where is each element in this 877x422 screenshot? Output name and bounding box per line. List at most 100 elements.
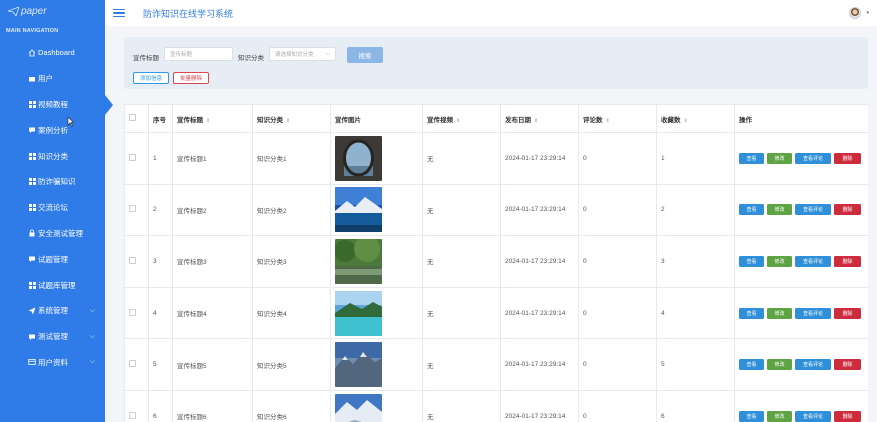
chevron-down-icon[interactable]: ⌵ <box>90 307 95 315</box>
sort-icon[interactable]: ⇕ <box>286 118 290 124</box>
title-search-input[interactable]: 宣传标题 <box>164 47 233 61</box>
row-checkbox[interactable] <box>124 183 149 237</box>
lock-icon <box>28 229 36 237</box>
cell-image <box>330 338 423 391</box>
row-checkbox[interactable] <box>124 132 149 185</box>
sidebar-item-label: 用户资料 <box>38 357 68 367</box>
sidebar-item[interactable]: Dashboard <box>0 40 105 66</box>
column-header[interactable]: 发布日期 ⇕ <box>500 104 579 133</box>
sidebar-item-label: 视频教程 <box>38 99 68 109</box>
cell-no: 6 <box>148 389 173 422</box>
row-checkbox[interactable] <box>124 338 149 391</box>
edit-button[interactable]: 修改 <box>767 410 792 422</box>
view-button[interactable]: 查看 <box>739 307 764 319</box>
view-comments-button[interactable]: 查看评论 <box>795 307 831 319</box>
view-comments-button[interactable]: 查看评论 <box>795 204 831 216</box>
sidebar-item[interactable]: 系统管理 ⌵ <box>0 298 105 324</box>
thumbnail-image[interactable] <box>335 187 422 233</box>
sidebar-item[interactable]: 试题库管理 <box>0 272 105 298</box>
thumbnail-image[interactable] <box>335 342 422 388</box>
thumbnail-image[interactable] <box>335 393 422 422</box>
row-checkbox[interactable] <box>124 389 149 422</box>
column-header[interactable]: 宣传标题 ⇕ <box>172 104 253 133</box>
column-header[interactable]: 收藏数 ⇕ <box>656 104 735 133</box>
add-button[interactable]: 添加信息 <box>133 72 169 84</box>
delete-button[interactable]: 删除 <box>834 359 861 371</box>
cell-title: 宣传标题5 <box>172 338 253 391</box>
thumbnail-image[interactable] <box>335 135 422 181</box>
view-comments-button[interactable]: 查看评论 <box>795 410 831 422</box>
edit-button[interactable]: 修改 <box>767 307 792 319</box>
grid-icon <box>28 152 36 160</box>
cell-actions: 查看 修改 查看评论 删除 <box>734 132 868 185</box>
delete-button[interactable]: 删除 <box>834 307 861 319</box>
delete-button[interactable]: 删除 <box>834 410 861 422</box>
cell-video: 无 <box>422 338 501 391</box>
column-header[interactable]: 评论数 ⇕ <box>578 104 657 133</box>
column-header-label: 宣传标题 <box>177 116 203 124</box>
menu-toggle-icon[interactable] <box>113 8 125 18</box>
cell-video: 无 <box>422 235 501 288</box>
row-checkbox[interactable] <box>124 286 149 340</box>
view-button[interactable]: 查看 <box>739 410 764 422</box>
sidebar-item[interactable]: 知识分类 <box>0 143 105 169</box>
sidebar-item[interactable]: 试题管理 <box>0 246 105 272</box>
avatar[interactable] <box>849 7 861 19</box>
edit-button[interactable]: 修改 <box>767 255 792 267</box>
select-all-checkbox[interactable] <box>124 104 149 133</box>
cell-date: 2024-01-17 23:29:14 <box>500 132 579 185</box>
edit-button[interactable]: 修改 <box>767 204 792 216</box>
sidebar-item-label: 防诈骗知识 <box>38 177 76 187</box>
category-select[interactable]: 请选择知识分类 ⌵ <box>269 47 336 61</box>
column-header[interactable]: 宣传视频 ⇕ <box>422 104 501 133</box>
batch-delete-button[interactable]: 批量删除 <box>173 72 209 84</box>
cell-image <box>330 132 423 185</box>
sidebar-item[interactable]: 视频教程 <box>0 92 105 118</box>
view-button[interactable]: 查看 <box>739 359 764 371</box>
sort-icon[interactable]: ⇕ <box>456 118 460 124</box>
edit-button[interactable]: 修改 <box>767 152 792 164</box>
thumbnail-image[interactable] <box>335 290 422 336</box>
sidebar-item[interactable]: 防诈骗知识 <box>0 169 105 195</box>
chevron-down-icon[interactable]: ⌵ <box>90 333 95 341</box>
comment-icon <box>28 255 36 263</box>
grid-icon <box>28 100 36 108</box>
cell-favorites: 1 <box>656 132 735 185</box>
view-button[interactable]: 查看 <box>739 255 764 267</box>
cell-comments: 0 <box>578 235 657 288</box>
cell-title: 宣传标题4 <box>172 286 253 340</box>
sidebar-item[interactable]: 用户资料 ⌵ <box>0 350 105 376</box>
thumbnail-image[interactable] <box>335 238 422 284</box>
row-checkbox[interactable] <box>124 235 149 288</box>
cell-video: 无 <box>422 132 501 185</box>
cell-video: 无 <box>422 389 501 422</box>
view-comments-button[interactable]: 查看评论 <box>795 152 831 164</box>
delete-button[interactable]: 删除 <box>834 152 861 164</box>
sort-icon[interactable]: ⇕ <box>534 118 538 124</box>
caret-down-icon[interactable]: ▾ <box>866 10 869 16</box>
chevron-down-icon[interactable]: ⌵ <box>90 358 95 366</box>
cell-image <box>330 183 423 237</box>
cell-favorites: 6 <box>656 389 735 422</box>
delete-button[interactable]: 删除 <box>834 204 861 216</box>
sort-icon[interactable]: ⇕ <box>206 118 210 124</box>
sidebar-item[interactable]: 交流论坛 <box>0 195 105 221</box>
sort-icon[interactable]: ⇕ <box>606 118 610 124</box>
sort-icon[interactable]: ⇕ <box>684 118 688 124</box>
delete-button[interactable]: 删除 <box>834 255 861 267</box>
sidebar-item[interactable]: 安全测试管理 <box>0 221 105 247</box>
view-button[interactable]: 查看 <box>739 152 764 164</box>
cell-no: 1 <box>148 132 173 185</box>
sidebar-item[interactable]: 案例分析 <box>0 117 105 143</box>
column-header[interactable]: 知识分类 ⇕ <box>252 104 331 133</box>
sidebar-item[interactable]: 测试管理 ⌵ <box>0 324 105 350</box>
view-comments-button[interactable]: 查看评论 <box>795 359 831 371</box>
grid-icon <box>28 281 36 289</box>
view-comments-button[interactable]: 查看评论 <box>795 255 831 267</box>
search-button[interactable]: 搜索 <box>347 47 383 63</box>
sidebar-item[interactable]: 用户 <box>0 66 105 92</box>
cell-favorites: 2 <box>656 183 735 237</box>
logo[interactable]: paper <box>0 0 105 22</box>
view-button[interactable]: 查看 <box>739 204 764 216</box>
edit-button[interactable]: 修改 <box>767 359 792 371</box>
